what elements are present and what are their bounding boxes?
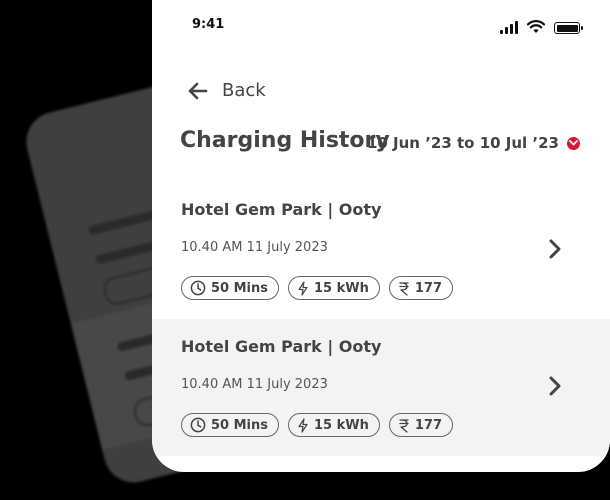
rupee-icon — [399, 281, 409, 296]
clock-icon — [190, 280, 206, 296]
chevron-down-icon — [567, 136, 580, 150]
amount-value: 177 — [414, 417, 443, 433]
station-name: Hotel Gem Park | Ooty — [181, 200, 382, 219]
chevron-right-icon[interactable] — [548, 238, 562, 260]
duration-value: 50 Mins — [211, 417, 269, 433]
back-label: Back — [222, 80, 266, 101]
energy-value: 15 kWh — [314, 280, 369, 296]
energy-badge: 15 kWh — [288, 413, 380, 437]
amount-badge: 177 — [388, 413, 454, 437]
status-icons — [500, 20, 583, 34]
clock-icon — [190, 417, 206, 433]
duration-badge: 50 Mins — [181, 413, 280, 437]
page-title: Charging History — [180, 128, 390, 153]
amount-badge: 177 — [388, 276, 454, 300]
lightning-icon — [298, 417, 308, 433]
amount-value: 177 — [414, 280, 443, 296]
energy-value: 15 kWh — [314, 417, 369, 433]
chevron-right-icon[interactable] — [548, 375, 562, 397]
energy-badge: 15 kWh — [288, 276, 380, 300]
rupee-icon — [399, 418, 409, 433]
arrow-left-icon — [188, 82, 208, 99]
background-title-shape — [78, 186, 90, 209]
date-range-label: 10 Jun ’23 to 10 Jul ’23 — [366, 134, 559, 152]
duration-badge: 50 Mins — [181, 276, 280, 300]
status-time: 9:41 — [192, 17, 225, 32]
lightning-icon — [298, 280, 308, 296]
station-name: Hotel Gem Park | Ooty — [181, 337, 382, 356]
charging-session-item[interactable]: Hotel Gem Park | Ooty 10.40 AM 11 July 2… — [152, 182, 610, 319]
battery-icon — [554, 22, 583, 34]
phone-screen: 9:41 Back Charging History 10 Jun ’23 to… — [152, 0, 610, 472]
session-stats: 50 Mins 15 kWh 177 — [181, 276, 454, 300]
charging-session-item[interactable]: Hotel Gem Park | Ooty 10.40 AM 11 July 2… — [152, 319, 610, 456]
signal-icon — [500, 21, 518, 34]
session-datetime: 10.40 AM 11 July 2023 — [181, 377, 328, 392]
duration-value: 50 Mins — [211, 280, 269, 296]
date-range-selector[interactable]: 10 Jun ’23 to 10 Jul ’23 — [367, 134, 580, 152]
session-datetime: 10.40 AM 11 July 2023 — [181, 240, 328, 255]
back-button[interactable]: Back — [188, 80, 266, 101]
session-stats: 50 Mins 15 kWh 177 — [181, 413, 454, 437]
wifi-icon — [527, 20, 545, 33]
